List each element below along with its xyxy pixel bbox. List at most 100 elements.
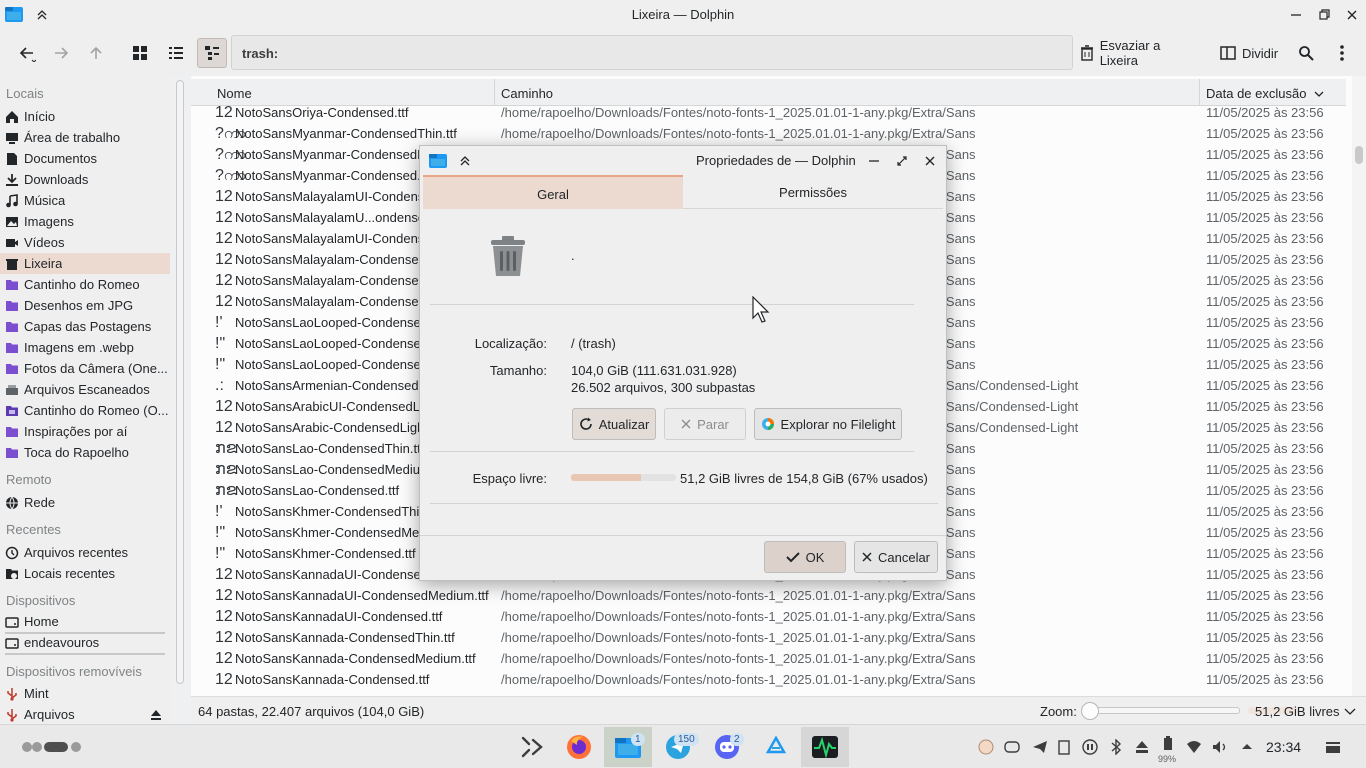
zoom-label: Zoom: (1040, 704, 1077, 719)
dialog-minimize-button[interactable] (868, 155, 880, 167)
icons-view-icon[interactable] (126, 38, 154, 68)
column-deletion-date[interactable]: Data de exclusão (1200, 79, 1324, 106)
minimize-button[interactable] (1286, 5, 1306, 25)
sidebar-item-lixeira[interactable]: Lixeira (0, 253, 170, 274)
discord-icon[interactable]: 2 (703, 727, 751, 767)
sidebar-item-locais-recentes[interactable]: Locais recentes (0, 563, 170, 584)
kdeconnect-icon[interactable] (752, 727, 800, 767)
back-button[interactable] (12, 38, 42, 68)
battery-icon[interactable] (1160, 735, 1176, 751)
table-row[interactable]: 12 NotoSansKannadaUI-CondensedMedium.ttf /… (191, 585, 1346, 606)
chevron-down-icon[interactable] (1344, 708, 1356, 716)
telegram-icon[interactable]: 150 (654, 727, 702, 767)
dialog-titlebar: Propriedades de — Dolphin (420, 146, 946, 176)
stop-button[interactable]: Parar (664, 408, 746, 440)
maximize-button[interactable] (1314, 5, 1334, 25)
volume-icon[interactable] (1212, 739, 1228, 755)
free-space-label: Espaço livre: (472, 471, 547, 486)
ok-button[interactable]: OK (764, 541, 846, 573)
zoom-slider-handle[interactable] (1081, 702, 1099, 720)
dialog-keep-above-icon[interactable] (459, 155, 471, 167)
tray-expand-icon[interactable] (1239, 739, 1255, 755)
details-view-icon[interactable] (197, 38, 227, 68)
app-launcher-icon[interactable] (508, 727, 556, 767)
eject-icon[interactable] (150, 709, 162, 721)
dialog-close-button[interactable] (924, 155, 936, 167)
forward-button[interactable] (46, 38, 76, 68)
split-button[interactable]: Dividir (1214, 38, 1284, 68)
virtual-desktops-pager[interactable] (20, 727, 84, 767)
show-desktop-icon[interactable] (1325, 739, 1341, 755)
clock[interactable]: 23:34 (1266, 739, 1301, 755)
status-bar: 64 pastas, 22.407 arquivos (104,0 GiB) Z… (191, 696, 1366, 724)
sidebar-scrollbar[interactable] (176, 80, 184, 684)
column-path[interactable]: Caminho (495, 79, 1200, 106)
search-button[interactable] (1292, 38, 1320, 68)
sidebar-item-endeavouros[interactable]: endeavouros (0, 632, 170, 653)
clipboard-icon[interactable] (1056, 739, 1072, 755)
discord-tray-icon[interactable] (1004, 739, 1020, 755)
sidebar-item-toca-do-rapoelho[interactable]: Toca do Rapoelho (0, 442, 170, 463)
close-button[interactable] (1342, 5, 1362, 25)
sidebar-item-area-de-trabalho[interactable]: Área de trabalho (0, 127, 170, 148)
sidebar-item-musica[interactable]: Música (0, 190, 170, 211)
sidebar-item-rede[interactable]: Rede (0, 492, 170, 513)
table-row[interactable]: ?ကာ NotoSansMyanmar-CondensedThin.ttf/hom… (191, 123, 1346, 144)
tab-permissions[interactable]: Permissões (683, 175, 943, 209)
empty-trash-button[interactable]: Esvaziar a Lixeira (1080, 38, 1200, 68)
cancel-button[interactable]: Cancelar (854, 541, 938, 573)
sidebar-item-label: Música (24, 193, 66, 208)
wifi-icon[interactable] (1186, 739, 1202, 755)
sidebar-item-arquivos-recentes[interactable]: Arquivos recentes (0, 542, 170, 563)
zoom-slider[interactable] (1090, 707, 1240, 714)
table-row[interactable]: 12 NotoSansKannada-CondensedThin.ttf/home… (191, 627, 1346, 648)
sidebar-item-label: Cantinho do Romeo (24, 277, 140, 292)
up-button[interactable] (82, 38, 110, 68)
sidebar-item-fotos-da-camera-one[interactable]: Fotos da Câmera (One... (0, 358, 170, 379)
sidebar-item-arquivos[interactable]: Arquivos (0, 704, 170, 724)
sidebar-item-imagens-em-webp[interactable]: Imagens em .webp (0, 337, 170, 358)
sidebar-item-videos[interactable]: Vídeos (0, 232, 170, 253)
sidebar-item-inicio[interactable]: Início (0, 106, 170, 127)
column-name[interactable]: Nome (211, 79, 495, 106)
bluetooth-icon[interactable] (1108, 739, 1124, 755)
sidebar-item-imagens[interactable]: Imagens (0, 211, 170, 232)
location-bar[interactable]: trash: (231, 35, 1073, 70)
sidebar-item-mint[interactable]: Mint (0, 683, 170, 704)
sidebar-item-arquivos-escaneados[interactable]: Arquivos Escaneados (0, 379, 170, 400)
media-pause-icon[interactable] (1082, 739, 1098, 755)
sidebar-item-cantinho-do-romeo-o[interactable]: Cantinho do Romeo (O... (0, 400, 170, 421)
sidebar-item-desenhos-em-jpg[interactable]: Desenhos em JPG (0, 295, 170, 316)
section-devices: Dispositivos (6, 593, 76, 608)
sidebar-item-cantinho-do-romeo[interactable]: Cantinho do Romeo (0, 274, 170, 295)
table-row[interactable]: 12 NotoSansOriya-Condensed.ttf/home/rapoe… (191, 104, 1346, 123)
free-space-text[interactable]: 51,2 GiB livres (1255, 704, 1340, 719)
refresh-button[interactable]: Atualizar (572, 408, 656, 440)
dialog-maximize-button[interactable] (896, 155, 908, 167)
dolphin-task-icon[interactable]: 1 (604, 727, 652, 767)
empty-trash-label: Esvaziar a Lixeira (1099, 38, 1161, 68)
font-file-icon: .: (215, 377, 224, 394)
tab-general[interactable]: Geral (423, 175, 683, 209)
sidebar-item-inspiracoes-por-ai[interactable]: Inspirações por aí (0, 421, 170, 442)
table-row[interactable]: 12 NotoSansKannada-CondensedMedium.ttf/ho… (191, 648, 1346, 669)
compact-view-icon[interactable] (162, 38, 190, 68)
notification-count-icon[interactable] (978, 739, 994, 755)
close-icon (681, 419, 691, 429)
telegram-tray-icon[interactable] (1032, 739, 1048, 755)
file-view-scrollbar[interactable] (1352, 76, 1366, 696)
deletion-date: 11/05/2025 às 23:56 (1206, 567, 1324, 582)
scrollbar-thumb[interactable] (1355, 146, 1363, 164)
sidebar-item-downloads[interactable]: Downloads (0, 169, 170, 190)
menu-button[interactable] (1328, 38, 1356, 68)
sidebar-item-capas-das-postagens[interactable]: Capas das Postagens (0, 316, 170, 337)
sidebar-item-label: Cantinho do Romeo (O... (24, 403, 169, 418)
table-row[interactable]: 12 NotoSansKannadaUI-Condensed.ttf/home/r… (191, 606, 1346, 627)
system-monitor-icon[interactable] (801, 727, 849, 767)
sidebar-item-documentos[interactable]: Documentos (0, 148, 170, 169)
eject-icon[interactable] (1134, 739, 1150, 755)
sidebar-item-home[interactable]: Home (0, 611, 170, 632)
filelight-button[interactable]: Explorar no Filelight (754, 408, 902, 440)
table-row[interactable]: 12 NotoSansKannada-Condensed.ttf/home/rap… (191, 669, 1346, 690)
firefox-icon[interactable] (555, 727, 603, 767)
